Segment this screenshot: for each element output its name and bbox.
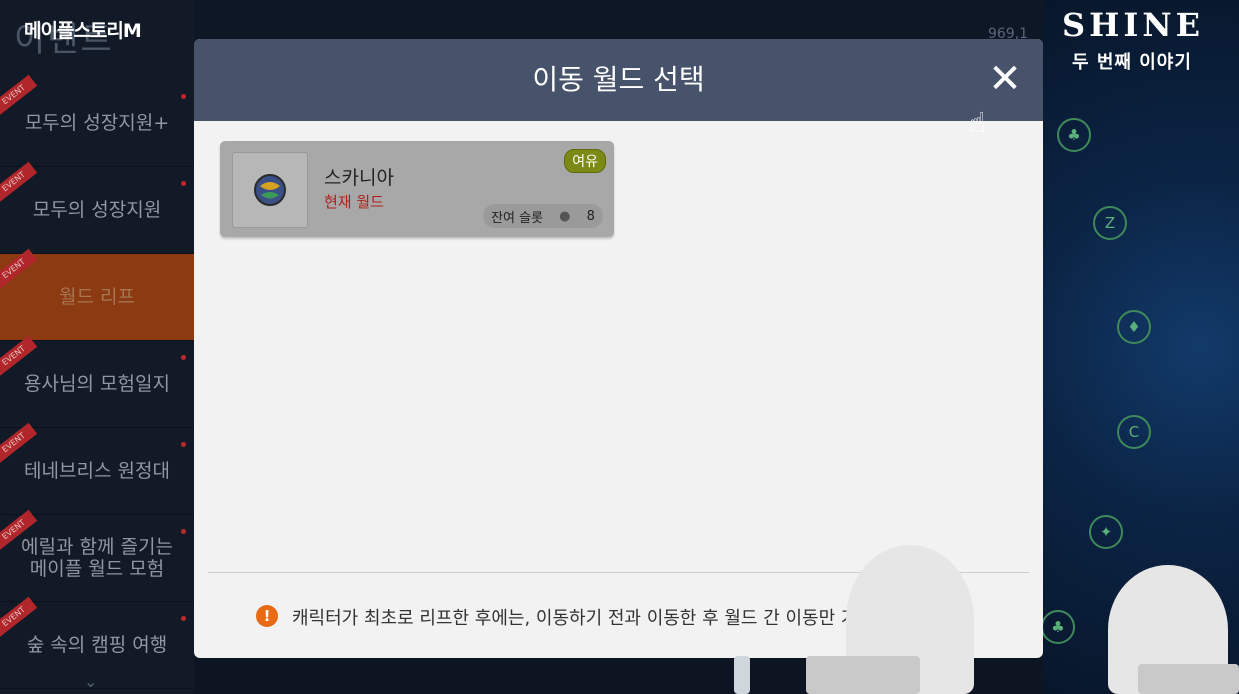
slot-label: 잔여 슬롯 <box>491 210 544 226</box>
modal-title: 이동 월드 선택 <box>532 63 705 96</box>
sidebar-item-label: 테네브리스 원정대 <box>24 460 170 482</box>
hand-cursor-icon: ☝ <box>969 106 987 139</box>
emblem-icon: ♦ <box>1117 310 1151 344</box>
notice-text: 캐릭터가 최초로 리프한 후에는, 이동하기 전과 이동한 후 월드 간 이동만… <box>292 608 930 629</box>
slot-count: 8 <box>586 208 595 224</box>
emblem-icon: ♣ <box>1041 610 1075 644</box>
broadcast-logo: 메이플스토리M <box>24 20 142 42</box>
laptop <box>806 656 920 694</box>
notification-dot <box>181 94 186 99</box>
water-bottle <box>734 656 750 694</box>
event-tag: EVENT <box>0 161 38 203</box>
current-world-label: 현재 월드 <box>324 193 384 211</box>
event-sidebar: 이벤트 EVENT 모두의 성장지원+ EVENT 모두의 성장지원 EVENT… <box>0 0 194 694</box>
shine-logo: SHINE <box>1062 6 1204 44</box>
world-name: 스카니아 <box>324 167 394 189</box>
sidebar-item-label: 숲 속의 캠핑 여행 <box>26 634 168 656</box>
status-badge: 여유 <box>564 149 606 173</box>
emblem-icon: C <box>1117 415 1151 449</box>
notification-dot <box>181 442 186 447</box>
notification-dot <box>181 355 186 360</box>
sidebar-item-adventure-log[interactable]: EVENT 용사님의 모험일지 <box>0 335 194 428</box>
event-tag: EVENT <box>0 422 38 464</box>
sidebar-item-label: 모두의 성장지원+ <box>24 112 170 134</box>
sidebar-item-growth-plus[interactable]: EVENT 모두의 성장지원+ <box>0 74 194 167</box>
close-icon[interactable]: ✕ <box>985 59 1025 99</box>
emblem-icon: Z <box>1093 206 1127 240</box>
remaining-slot-pill: 잔여 슬롯 ● 8 <box>483 204 603 228</box>
modal-header: 이동 월드 선택 ✕ <box>194 39 1043 121</box>
event-tag: EVENT <box>0 596 38 638</box>
sidebar-item-label: 모두의 성장지원 <box>32 199 162 221</box>
world-card-scania[interactable]: 스카니아 현재 월드 여유 잔여 슬롯 ● 8 <box>220 141 614 237</box>
sidebar-item-world-leap[interactable]: EVENT 월드 리프 <box>0 248 194 341</box>
emblem-icon: ✦ <box>1089 515 1123 549</box>
event-tag: EVENT <box>0 335 38 377</box>
shine-subtitle: 두 번째 이야기 <box>1072 52 1192 73</box>
event-tag: EVENT <box>0 248 38 290</box>
laptop <box>1138 664 1239 694</box>
sidebar-item-maple-world-adventure[interactable]: EVENT 에릴과 함께 즐기는 메이플 월드 모험 <box>0 509 194 602</box>
sidebar-item-growth[interactable]: EVENT 모두의 성장지원 <box>0 161 194 254</box>
user-icon: ● <box>559 208 571 224</box>
notification-dot <box>181 181 186 186</box>
notification-dot <box>181 616 186 621</box>
sidebar-item-label: 월드 리프 <box>59 286 135 308</box>
notification-dot <box>181 529 186 534</box>
emblem-icon: ♣ <box>1057 118 1091 152</box>
event-tag: EVENT <box>0 74 38 116</box>
sidebar-item-tenebris[interactable]: EVENT 테네브리스 원정대 <box>0 422 194 515</box>
warning-icon: ! <box>256 605 278 627</box>
sidebar-item-label: 용사님의 모험일지 <box>24 373 170 395</box>
world-icon <box>232 152 308 228</box>
chevron-down-icon[interactable]: ⌄ <box>84 672 97 691</box>
sidebar-item-label: 에릴과 함께 즐기는 메이플 월드 모험 <box>21 536 173 580</box>
